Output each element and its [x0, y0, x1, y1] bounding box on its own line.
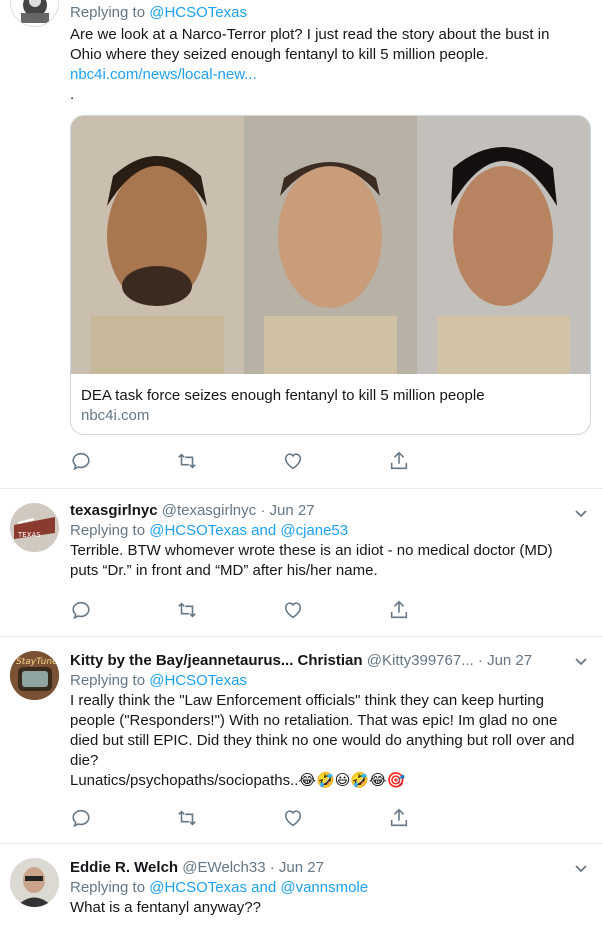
avatar[interactable] [10, 0, 59, 27]
user-handle[interactable]: @Kitty399767... [367, 652, 474, 669]
article-link[interactable]: nbc4i.com/news/local-new... [70, 66, 257, 83]
tweet-text-line: puts “Dr.” in front and “MD” after his/h… [70, 562, 378, 579]
timestamp[interactable]: Jun 27 [270, 502, 315, 519]
mention-link[interactable]: @cjane53 [280, 522, 348, 539]
tweet-text: Are we look at a Narco-Terror plot? I ju… [70, 26, 550, 63]
mention-link[interactable]: @vannsmole [280, 879, 368, 896]
tweet-text-line: die? [70, 752, 99, 769]
share-icon [390, 451, 408, 470]
tweet-actions [70, 450, 410, 472]
svg-text:TEXAS: TEXAS [17, 531, 41, 539]
tweet-text-line: people ("Responders!") With no retaliati… [70, 712, 558, 729]
separator: · [269, 859, 275, 876]
tweet-text-line: Lunatics/psychopaths/sociopaths..😂🤣😃🤣😂🎯 [70, 771, 593, 791]
share-icon [390, 808, 408, 827]
tweet[interactable]: Eddie R. Welch @EWelch33 · Jun 27 Replyi… [0, 844, 603, 930]
reply-context: Replying to @HCSOTexas [70, 3, 593, 23]
tweet[interactable]: StayTuned Kitty by the Bay/jeannetaurus.… [0, 637, 603, 844]
reply-prefix: Replying to [70, 4, 150, 21]
retweet-button[interactable] [176, 599, 198, 621]
reply-conjunction: and [246, 522, 281, 539]
mention-link[interactable]: @HCSOTexas [149, 672, 247, 689]
timestamp[interactable]: Jun 27 [487, 652, 532, 669]
tweet-text-line: Terrible. BTW whomever wrote these is an… [70, 542, 553, 559]
reply-context: Replying to @HCSOTexas [70, 671, 593, 691]
like-icon [284, 453, 302, 470]
display-name[interactable]: Eddie R. Welch [70, 859, 178, 876]
like-button[interactable] [282, 450, 304, 472]
emoji-sequence: 😂🤣😃🤣😂🎯 [298, 772, 406, 789]
reply-context: Replying to @HCSOTexas and @vannsmole [70, 878, 593, 898]
reply-prefix: Replying to [70, 672, 150, 689]
avatar[interactable]: TEXAS [10, 503, 59, 552]
svg-text:StayTuned: StayTuned [16, 657, 59, 667]
avatar[interactable] [10, 858, 59, 907]
avatar[interactable]: StayTuned [10, 651, 59, 700]
reply-icon [72, 809, 90, 828]
card-domain: nbc4i.com [81, 407, 150, 424]
like-button[interactable] [282, 599, 304, 621]
card-title: DEA task force seizes enough fentanyl to… [81, 387, 485, 404]
tweet-trailing: . [70, 86, 75, 103]
reply-icon [72, 601, 90, 620]
like-button[interactable] [282, 807, 304, 829]
share-icon [390, 600, 408, 619]
reply-button[interactable] [70, 450, 92, 472]
chevron-down-icon [575, 658, 587, 666]
timestamp[interactable]: Jun 27 [279, 859, 324, 876]
retweet-icon [178, 810, 196, 826]
reply-button[interactable] [70, 599, 92, 621]
retweet-icon [178, 602, 196, 618]
chevron-down-icon [575, 510, 587, 518]
separator: · [260, 502, 266, 519]
retweet-button[interactable] [176, 450, 198, 472]
tweet-text: What is a fentanyl anyway?? [70, 899, 261, 916]
reply-prefix: Replying to [70, 879, 150, 896]
mention-link[interactable]: @HCSOTexas [149, 522, 247, 539]
like-icon [284, 602, 302, 619]
share-button[interactable] [388, 599, 410, 621]
card-image [71, 116, 590, 374]
tweet[interactable]: Replying to @HCSOTexas Are we look at a … [0, 0, 603, 489]
chevron-down-icon [575, 865, 587, 873]
share-button[interactable] [388, 807, 410, 829]
mention-link[interactable]: @HCSOTexas [149, 879, 247, 896]
display-name[interactable]: texasgirlnyc [70, 502, 158, 519]
mention-link[interactable]: @HCSOTexas [149, 4, 247, 21]
tweet-text-words: Lunatics/psychopaths/sociopaths.. [70, 772, 299, 789]
reply-prefix: Replying to [70, 522, 150, 539]
tweet-actions [70, 599, 410, 621]
tweet[interactable]: TEXAS texasgirlnyc @texasgirlnyc · Jun 2… [0, 489, 603, 637]
tweet-menu-button[interactable] [573, 505, 589, 521]
tweet-text-line: died but still EPIC. Did they think no o… [70, 732, 575, 749]
retweet-button[interactable] [176, 807, 198, 829]
user-handle[interactable]: @EWelch33 [182, 859, 265, 876]
display-name[interactable]: Kitty by the Bay/jeannetaurus... Christi… [70, 652, 363, 669]
share-button[interactable] [388, 450, 410, 472]
reply-button[interactable] [70, 807, 92, 829]
reply-icon [72, 452, 90, 471]
user-handle[interactable]: @texasgirlnyc [162, 502, 256, 519]
like-icon [284, 810, 302, 827]
separator: · [477, 652, 483, 669]
tweet-actions [70, 807, 410, 829]
reply-conjunction: and [246, 879, 281, 896]
reply-context: Replying to @HCSOTexas and @cjane53 [70, 521, 593, 541]
tweet-menu-button[interactable] [573, 860, 589, 876]
link-card[interactable]: DEA task force seizes enough fentanyl to… [70, 115, 591, 435]
tweet-text-line: I really think the "Law Enforcement offi… [70, 692, 544, 709]
tweet-menu-button[interactable] [573, 653, 589, 669]
retweet-icon [178, 453, 196, 469]
